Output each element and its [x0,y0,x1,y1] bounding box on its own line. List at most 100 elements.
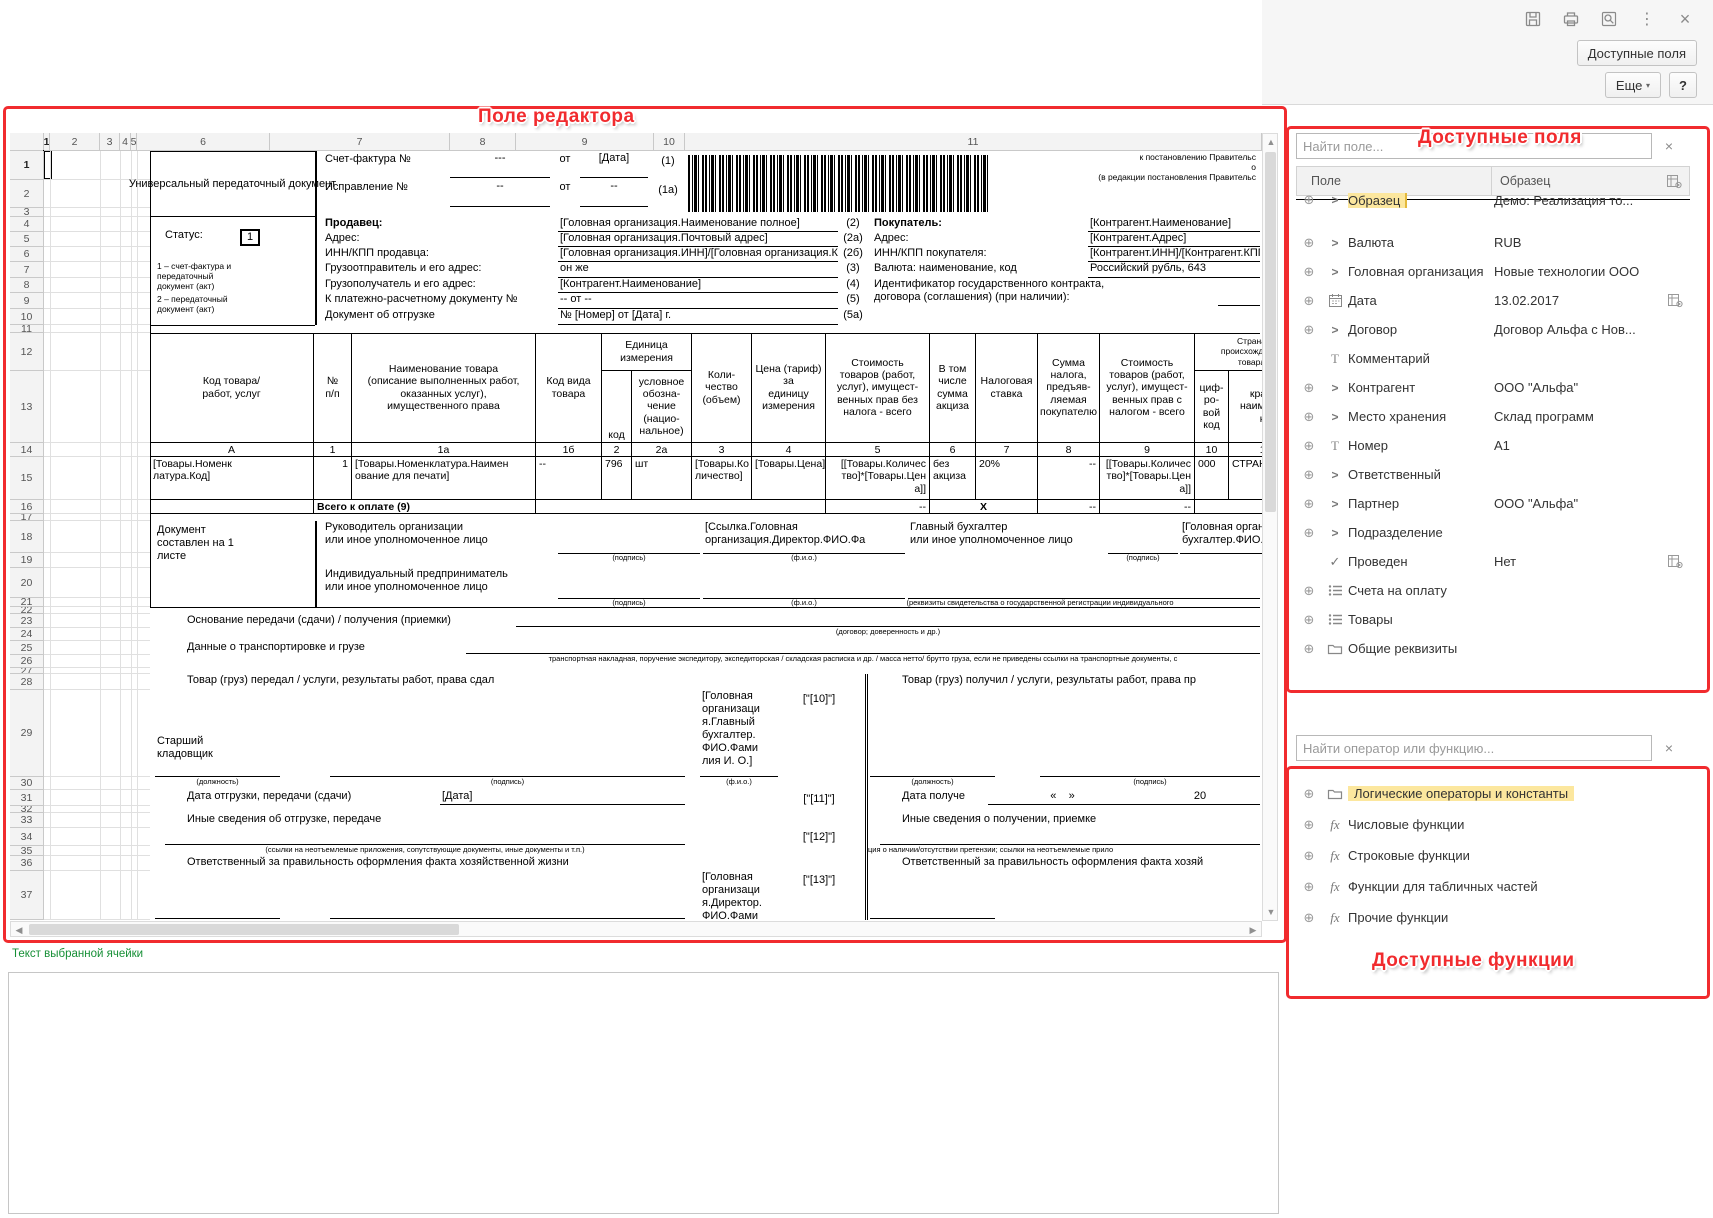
sheet-cell[interactable]: Код товара/ работ, услуг [150,333,314,443]
function-search-input[interactable] [1296,735,1652,761]
function-row[interactable]: ⊕Логические операторы и константы [1296,778,1690,809]
sheet-cell[interactable]: 3 [692,443,752,457]
sheet-cell[interactable]: Старший кладовщик [155,735,280,777]
sheet-cell[interactable]: -- [536,457,602,500]
plus-expand-icon[interactable]: ⊕ [1304,322,1315,338]
sheet-cell[interactable]: Документ составлен на 1 листе [155,524,285,571]
field-row[interactable]: ⊕>ПартнерООО "Альфа" [1296,489,1690,518]
sheet-cell[interactable]: (подпись) [1040,778,1260,790]
sheet-cell[interactable]: ["[12]"] [790,831,848,846]
sheet-cell[interactable]: А [150,443,314,457]
plus-expand-icon[interactable]: ⊕ [1304,235,1315,251]
row-header[interactable]: 20 [10,568,44,598]
sheet-cell[interactable]: К платежно-расчетному документу № [323,293,555,309]
horizontal-scrollbar[interactable]: ◀ ▶ [10,921,1262,937]
sheet-cell[interactable]: 10а [1229,443,1262,457]
sheet-cell[interactable]: [Головная организаци я.Директор. ФИО.Фам… [700,871,778,920]
sheet-cell[interactable]: [Товары.Номенк латура.Код] [150,457,314,500]
sheet-cell[interactable] [688,155,988,212]
column-header[interactable]: 7 [270,133,450,151]
sheet-cell[interactable] [1195,500,1262,514]
field-row[interactable]: ⊕Счета на оплату [1296,576,1690,605]
plus-expand-icon[interactable]: ⊕ [1304,848,1315,864]
sheet-cell[interactable]: 1 [314,443,352,457]
sheet-cell[interactable]: [Товары.Цена] [752,457,826,500]
sheet-cell[interactable]: Наименование товара (описание выполненны… [352,333,536,443]
sheet-cell[interactable]: 20 [1180,790,1220,805]
sheet-cell[interactable]: [Контрагент.Адрес] [1088,232,1260,247]
scroll-down-icon[interactable]: ▼ [1263,904,1279,920]
row-header[interactable]: 8 [10,278,44,293]
column-header[interactable]: 11 [685,133,1262,151]
vertical-scrollbar[interactable]: ▲ ▼ [1262,133,1278,921]
sheet-cell[interactable] [330,761,685,777]
field-row[interactable]: ⊕Товары [1296,605,1690,634]
sheet-cell[interactable]: [Головная организаци я.Главный бухгалтер… [700,690,778,777]
row-header[interactable]: 4 [10,217,44,232]
row-header[interactable]: 19 [10,553,44,568]
field-row[interactable]: ⊕TНомерА1 [1296,431,1690,460]
sheet-cell[interactable]: ["[11]"] [790,793,848,808]
row-header[interactable]: 37 [10,871,44,920]
sheet-cell[interactable]: [Головная организация.Почтовый адрес] [558,232,838,247]
field-row[interactable]: ⊕>ОбразецДемо: Реализация то... [1296,199,1690,200]
sheet-cell[interactable]: Иные сведения о получении, приемке [900,813,1255,828]
sheet-cell[interactable] [150,500,314,514]
row-header[interactable]: 32 [10,806,44,813]
sheet-cell[interactable]: Налоговая ставка [976,333,1038,443]
save-icon[interactable] [1523,9,1543,29]
plus-expand-icon[interactable]: ⊕ [1304,641,1315,657]
plus-expand-icon[interactable]: ⊕ [1304,438,1315,454]
sheet-cell[interactable]: Покупатель: [872,217,1085,232]
plus-expand-icon[interactable]: ⊕ [1304,525,1315,541]
sheet-cell[interactable]: [Дата] [580,152,648,178]
sheet-cell[interactable]: 1а [352,443,536,457]
field-row[interactable]: ⊕Дата13.02.2017 [1296,286,1690,315]
sheet-cell[interactable]: [Головная орган бухгалтер.ФИО. [1180,521,1262,554]
sheet-cell[interactable]: Стоимость товаров (работ, услуг), имущес… [1100,333,1195,443]
field-row[interactable]: ⊕>ДоговорДоговор Альфа с Нов... [1296,315,1690,344]
sheet-cell[interactable]: № п/п [314,333,352,443]
sheet-cell[interactable]: 8 [1038,443,1100,457]
row-header[interactable]: 17 [10,514,44,521]
plus-expand-icon[interactable]: ⊕ [1304,293,1315,309]
sheet-cell[interactable]: [Головная организация.ИНН]/[Головная орг… [558,247,838,262]
scroll-left-icon[interactable]: ◀ [11,922,27,938]
sheet-cell[interactable]: условное обозна- чение (нацио- нальное) [632,371,692,443]
row-header[interactable]: 30 [10,777,44,790]
sheet-cell[interactable] [1040,761,1260,777]
plus-expand-icon[interactable]: ⊕ [1304,612,1315,628]
sheet-cell[interactable]: [Контрагент.ИНН]/[Контрагент.КПП] [1088,247,1260,262]
sheet-cell[interactable] [870,761,995,777]
sheet-cell[interactable] [466,641,1260,654]
field-search-clear-icon[interactable]: × [1660,137,1678,155]
field-row[interactable]: TКомментарий [1296,344,1690,373]
sheet-cell[interactable]: 1б [536,443,602,457]
sheet-cell[interactable]: 4 [752,443,826,457]
sheet-cell[interactable]: Страна происхождения товара [1195,333,1262,371]
field-row[interactable]: ⊕>ВалютаRUB [1296,228,1690,257]
sheet-cell[interactable]: 000 [1195,457,1229,500]
sheet-cell[interactable] [870,905,995,919]
sheet-cell[interactable] [330,905,685,919]
field-row[interactable]: ⊕Общие реквизиты [1296,634,1690,663]
sheet-cell[interactable]: 2 [602,443,632,457]
row-header[interactable]: 16 [10,500,44,514]
sheet-cell[interactable]: (подпись) [1080,554,1206,568]
sheet-cell[interactable]: Главный бухгалтер или иное уполномоченно… [908,521,1108,553]
plus-expand-icon[interactable]: ⊕ [1304,496,1315,512]
sheet-cell[interactable]: (1) [650,155,686,177]
sheet-cell[interactable]: (5а) [838,309,868,325]
sheet-cell[interactable]: Адрес: [323,232,555,247]
field-row[interactable]: ⊕>Ответственный [1296,460,1690,489]
sheet-cell[interactable]: Коли- чество (объем) [692,333,752,443]
sheet-cell[interactable]: Дата отгрузки, передачи (сдачи) [185,790,437,806]
row-header[interactable]: 31 [10,790,44,806]
sheet-cell[interactable]: (ф.и.о.) [703,554,905,568]
row-header[interactable]: 14 [10,443,44,457]
sheet-cell[interactable]: Иные сведения об отгрузке, передаче [185,813,585,828]
sheet-cell[interactable]: от [552,181,578,207]
sheet-cell[interactable]: Статус: [163,229,218,246]
row-header[interactable]: 1 [10,151,44,180]
sheet-cell[interactable]: (должность) [155,778,280,790]
